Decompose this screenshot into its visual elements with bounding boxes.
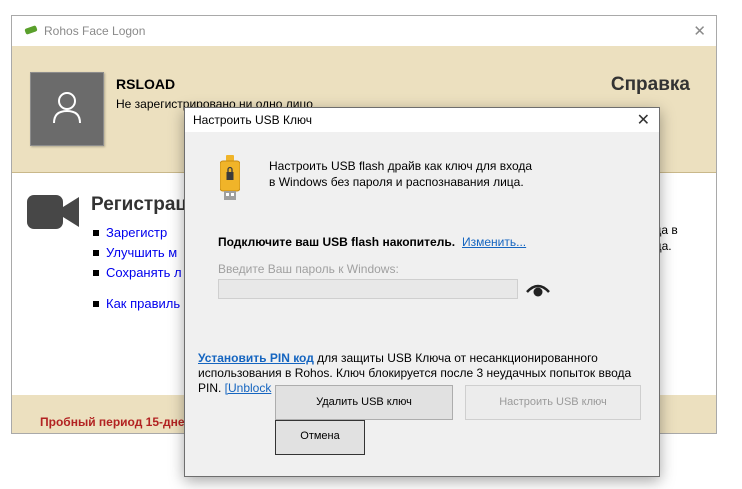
unblock-link[interactable]: [Unblock: [225, 381, 272, 395]
show-password-eye-icon[interactable]: [526, 282, 550, 298]
set-pin-link[interactable]: Установить PIN код: [198, 351, 314, 365]
how-to-link[interactable]: Как правиль: [106, 296, 180, 311]
dialog-title: Настроить USB Ключ: [193, 113, 312, 127]
connect-usb-label: Подключите ваш USB flash накопитель.: [218, 235, 456, 249]
list-item[interactable]: Как правиль: [92, 294, 182, 314]
help-title[interactable]: Справка: [611, 74, 690, 96]
user-name: RSLOAD: [116, 76, 176, 92]
password-field[interactable]: [218, 279, 518, 299]
delete-usb-key-button[interactable]: Удалить USB ключ: [275, 385, 453, 420]
dialog-close-button[interactable]: ✕: [637, 110, 650, 130]
usb-key-icon: [220, 155, 240, 200]
save-faces-link[interactable]: Сохранять л: [106, 265, 182, 280]
list-item[interactable]: Улучшить м: [92, 243, 182, 263]
main-close-button[interactable]: ✕: [693, 22, 706, 40]
register-face-link[interactable]: Зарегистр: [106, 225, 167, 240]
cancel-button[interactable]: Отмена: [275, 420, 365, 455]
main-window-title: Rohos Face Logon: [44, 24, 146, 38]
user-icon: [53, 92, 81, 124]
video-camera-icon: [27, 195, 79, 229]
password-label: Введите Ваш пароль к Windows:: [218, 262, 399, 276]
registration-title: Регистрац: [91, 194, 188, 215]
trial-period-text: Пробный период 15-дне: [40, 415, 185, 429]
dialog-intro: Настроить USB flash драйв как ключ для в…: [269, 158, 569, 190]
app-logo-icon: [24, 25, 38, 35]
avatar: [30, 72, 104, 146]
main-title-bar: Rohos Face Logon ✕: [12, 16, 716, 46]
intro-line: Настроить USB flash драйв как ключ для в…: [269, 159, 533, 173]
registration-links: Зарегистр Улучшить м Сохранять л Как пра…: [92, 223, 182, 314]
configure-usb-key-button[interactable]: Настроить USB ключ: [465, 385, 641, 420]
usb-key-dialog: Настроить USB Ключ ✕ Настроить USB flash…: [184, 107, 660, 477]
intro-line: в Windows без пароля и распознавания лиц…: [269, 175, 524, 189]
dialog-title-bar: Настроить USB Ключ ✕: [185, 108, 659, 132]
list-item[interactable]: Сохранять л: [92, 263, 182, 283]
improve-recognition-link[interactable]: Улучшить м: [106, 245, 177, 260]
list-item[interactable]: Зарегистр: [92, 223, 182, 243]
change-usb-link[interactable]: Изменить...: [462, 235, 526, 249]
